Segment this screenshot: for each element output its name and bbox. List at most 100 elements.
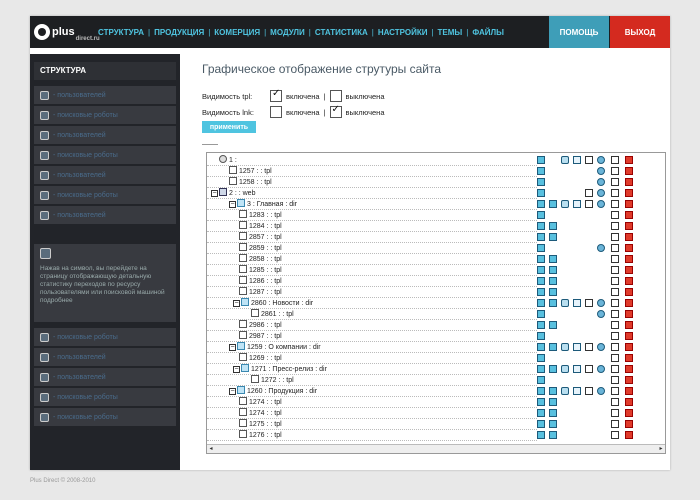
add-action-icon[interactable] xyxy=(549,398,557,406)
add-action-icon[interactable] xyxy=(537,376,545,384)
doc-action-icon[interactable] xyxy=(585,200,593,208)
add-action-icon[interactable] xyxy=(537,398,545,406)
add-action-icon[interactable] xyxy=(537,167,545,175)
del-action-icon[interactable] xyxy=(625,321,633,329)
doc-action-icon[interactable] xyxy=(585,189,593,197)
nav-item[interactable]: ПРОДУКЦИЯ xyxy=(154,28,204,37)
add-action-icon[interactable] xyxy=(537,211,545,219)
add-action-icon[interactable] xyxy=(537,200,545,208)
del-action-icon[interactable] xyxy=(625,200,633,208)
add-action-icon[interactable] xyxy=(537,156,545,164)
sidebar-item[interactable]: - поисковые роботы xyxy=(34,106,176,124)
visibility-lnk-off-checkbox[interactable] xyxy=(329,104,342,118)
add-action-icon[interactable] xyxy=(537,321,545,329)
del-action-icon[interactable] xyxy=(625,376,633,384)
gear-action-icon[interactable] xyxy=(597,178,605,186)
gear-action-icon[interactable] xyxy=(597,189,605,197)
edit-action-icon[interactable] xyxy=(573,343,581,351)
del-action-icon[interactable] xyxy=(625,167,633,175)
add-action-icon[interactable] xyxy=(537,178,545,186)
gear-action-icon[interactable] xyxy=(597,365,605,373)
gear-action-icon[interactable] xyxy=(597,244,605,252)
doc-action-icon[interactable] xyxy=(585,343,593,351)
tree-row[interactable]: 1283 : : tpl xyxy=(207,210,665,221)
tree-row[interactable]: 2858 : : tpl xyxy=(207,254,665,265)
add-action-icon[interactable] xyxy=(537,277,545,285)
del-action-icon[interactable] xyxy=(625,178,633,186)
add-action-icon[interactable] xyxy=(537,266,545,274)
nav-item[interactable]: ФАЙЛЫ xyxy=(472,28,504,37)
tree-row[interactable]: 2859 : : tpl xyxy=(207,243,665,254)
doc-action-icon[interactable] xyxy=(585,365,593,373)
add-action-icon[interactable] xyxy=(537,288,545,296)
file-action-icon[interactable] xyxy=(611,288,619,296)
doc-action-icon[interactable] xyxy=(585,387,593,395)
file-action-icon[interactable] xyxy=(611,222,619,230)
doc-action-icon[interactable] xyxy=(585,299,593,307)
exit-button[interactable]: ВЫХОД xyxy=(610,16,670,48)
tree-row[interactable]: − 3 : Главная : dir xyxy=(207,199,665,210)
tree-row[interactable]: 2861 : : tpl xyxy=(207,309,665,320)
add-action-icon[interactable] xyxy=(549,365,557,373)
del-action-icon[interactable] xyxy=(625,299,633,307)
sidebar-item[interactable]: - пользователей xyxy=(34,368,176,386)
file-action-icon[interactable] xyxy=(611,343,619,351)
tree-row[interactable]: 2857 : : tpl xyxy=(207,232,665,243)
file-action-icon[interactable] xyxy=(611,299,619,307)
gear-action-icon[interactable] xyxy=(597,310,605,318)
edit-action-icon[interactable] xyxy=(573,299,581,307)
move-action-icon[interactable] xyxy=(561,200,569,208)
doc-action-icon[interactable] xyxy=(585,156,593,164)
collapse-toggle-icon[interactable]: − xyxy=(211,190,218,197)
tree-row[interactable]: − 1271 : Пресс-релиз : dir xyxy=(207,364,665,375)
file-action-icon[interactable] xyxy=(611,156,619,164)
file-action-icon[interactable] xyxy=(611,189,619,197)
file-action-icon[interactable] xyxy=(611,233,619,241)
tree-row[interactable]: 1285 : : tpl xyxy=(207,265,665,276)
add-action-icon[interactable] xyxy=(537,189,545,197)
file-action-icon[interactable] xyxy=(611,255,619,263)
file-action-icon[interactable] xyxy=(611,321,619,329)
file-action-icon[interactable] xyxy=(611,431,619,439)
add-action-icon[interactable] xyxy=(549,343,557,351)
add-action-icon[interactable] xyxy=(549,200,557,208)
tree-row[interactable]: − 2860 : Новости : dir xyxy=(207,298,665,309)
sidebar-item[interactable]: - поисковые роботы xyxy=(34,328,176,346)
tree-row[interactable]: 1257 : : tpl xyxy=(207,166,665,177)
collapse-toggle-icon[interactable]: − xyxy=(233,366,240,373)
edit-action-icon[interactable] xyxy=(573,200,581,208)
add-action-icon[interactable] xyxy=(537,332,545,340)
tree-row[interactable]: 1274 : : tpl xyxy=(207,408,665,419)
del-action-icon[interactable] xyxy=(625,365,633,373)
collapse-toggle-icon[interactable]: − xyxy=(229,388,236,395)
del-action-icon[interactable] xyxy=(625,244,633,252)
gear-action-icon[interactable] xyxy=(597,156,605,164)
del-action-icon[interactable] xyxy=(625,156,633,164)
add-action-icon[interactable] xyxy=(549,409,557,417)
del-action-icon[interactable] xyxy=(625,398,633,406)
file-action-icon[interactable] xyxy=(611,211,619,219)
tree-row[interactable]: 1286 : : tpl xyxy=(207,276,665,287)
edit-action-icon[interactable] xyxy=(573,156,581,164)
file-action-icon[interactable] xyxy=(611,277,619,285)
nav-item[interactable]: МОДУЛИ xyxy=(270,28,305,37)
gear-action-icon[interactable] xyxy=(597,343,605,351)
del-action-icon[interactable] xyxy=(625,255,633,263)
gear-action-icon[interactable] xyxy=(597,200,605,208)
add-action-icon[interactable] xyxy=(537,222,545,230)
logo[interactable]: plus direct.ru xyxy=(34,22,100,42)
add-action-icon[interactable] xyxy=(549,277,557,285)
del-action-icon[interactable] xyxy=(625,354,633,362)
collapse-toggle-icon[interactable]: − xyxy=(233,300,240,307)
file-action-icon[interactable] xyxy=(611,310,619,318)
del-action-icon[interactable] xyxy=(625,277,633,285)
apply-button[interactable]: применить xyxy=(202,121,256,133)
add-action-icon[interactable] xyxy=(537,343,545,351)
add-action-icon[interactable] xyxy=(549,420,557,428)
sidebar-item[interactable]: - поисковые роботы xyxy=(34,388,176,406)
file-action-icon[interactable] xyxy=(611,167,619,175)
add-action-icon[interactable] xyxy=(537,244,545,252)
tree-row[interactable]: 2987 : : tpl xyxy=(207,331,665,342)
tree-row[interactable]: 2986 : : tpl xyxy=(207,320,665,331)
tree-row[interactable]: 1 : xyxy=(207,155,665,166)
